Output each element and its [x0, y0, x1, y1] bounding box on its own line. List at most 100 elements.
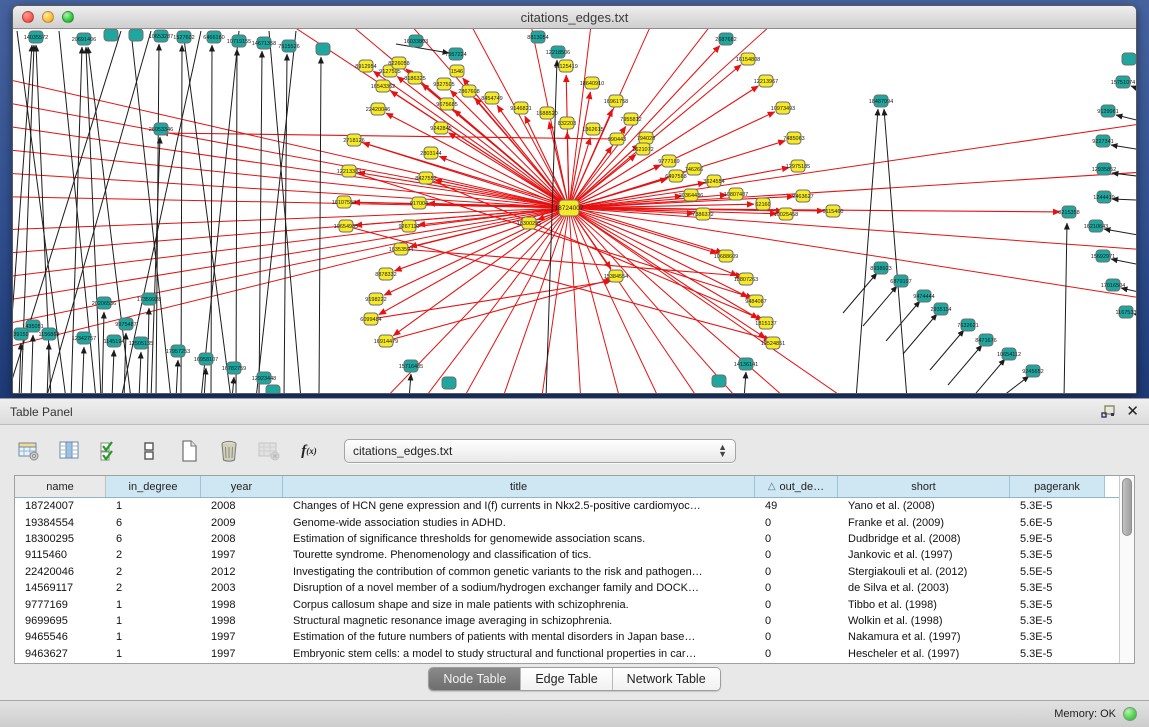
- tab-node-table[interactable]: Node Table: [429, 668, 521, 690]
- table-cell[interactable]: Dudbridge et al. (2008): [838, 533, 1010, 545]
- table-cell[interactable]: 0: [755, 549, 838, 561]
- graph-node[interactable]: 18807263: [734, 273, 758, 285]
- function-builder-icon[interactable]: f(x): [296, 439, 322, 463]
- graph-node[interactable]: 18487094: [869, 95, 893, 107]
- table-cell[interactable]: Estimation of the future numbers of pati…: [283, 631, 755, 643]
- graph-node[interactable]: [104, 29, 118, 41]
- graph-node[interactable]: 16961758: [604, 95, 628, 107]
- table-cell[interactable]: Hescheler et al. (1997): [838, 648, 1010, 660]
- zoom-window-icon[interactable]: [62, 11, 74, 23]
- graph-node[interactable]: 17359928: [137, 293, 161, 305]
- graph-node[interactable]: 6466160: [203, 31, 224, 43]
- table-cell[interactable]: 1: [106, 631, 201, 643]
- graph-node[interactable]: [316, 43, 330, 55]
- graph-node[interactable]: 15692971: [1091, 250, 1115, 262]
- table-row[interactable]: 1938455462009Genome-wide association stu…: [15, 514, 1119, 530]
- table-row[interactable]: 911546021997Tourette syndrome. Phenomeno…: [15, 547, 1119, 563]
- table-cell[interactable]: 9463627: [15, 648, 106, 660]
- column-header-title[interactable]: title: [283, 476, 755, 497]
- graph-node[interactable]: [442, 377, 456, 389]
- scrollbar-thumb[interactable]: [1122, 478, 1132, 536]
- graph-node[interactable]: 6879197: [890, 275, 911, 287]
- table-cell[interactable]: Structural magnetic resonance image aver…: [283, 615, 755, 627]
- table-cell[interactable]: Tourette syndrome. Phenomenology and cla…: [283, 549, 755, 561]
- table-row[interactable]: 969969511998Structural magnetic resonanc…: [15, 613, 1119, 629]
- table-cell[interactable]: Jankovic et al. (1997): [838, 549, 1010, 561]
- close-window-icon[interactable]: [22, 11, 34, 23]
- table-cell[interactable]: 1: [106, 500, 201, 512]
- graph-node[interactable]: 15716485: [399, 360, 423, 372]
- table-cell[interactable]: 5.3E-5: [1010, 500, 1105, 512]
- table-cell[interactable]: 5.3E-5: [1010, 582, 1105, 594]
- table-row[interactable]: 946362711997Embryonic stem cells: a mode…: [15, 646, 1119, 662]
- table-cell[interactable]: 19384554: [15, 517, 106, 529]
- table-cell[interactable]: Disruption of a novel member of a sodium…: [283, 582, 755, 594]
- graph-node[interactable]: 14136141: [734, 358, 758, 370]
- graph-node[interactable]: 10654112: [997, 348, 1021, 360]
- table-cell[interactable]: 2: [106, 582, 201, 594]
- table-cell[interactable]: 2008: [201, 533, 283, 545]
- table-cell[interactable]: 0: [755, 615, 838, 627]
- network-graph[interactable]: 1403557220691406106532871527602646616010…: [13, 29, 1136, 394]
- table-cell[interactable]: Changes of HCN gene expression and I(f) …: [283, 500, 755, 512]
- table-cell[interactable]: 0: [755, 648, 838, 660]
- table-row[interactable]: 977716911998Corpus callosum shape and si…: [15, 596, 1119, 612]
- select-columns-icon[interactable]: [96, 439, 122, 463]
- graph-node[interactable]: 14035572: [24, 31, 48, 43]
- table-cell[interactable]: 1997: [201, 631, 283, 643]
- graph-node[interactable]: 16958107: [194, 353, 218, 365]
- graph-node[interactable]: 2803144: [420, 147, 441, 159]
- table-cell[interactable]: Estimation of significance thresholds fo…: [283, 533, 755, 545]
- tab-network-table[interactable]: Network Table: [613, 668, 720, 690]
- table-cell[interactable]: de Silva et al. (2003): [838, 582, 1010, 594]
- graph-node[interactable]: 11125419: [554, 60, 578, 72]
- column-header-out_de[interactable]: △out_de…: [755, 476, 838, 497]
- graph-node[interactable]: 17957253: [166, 345, 190, 357]
- table-mode-icon[interactable]: [16, 439, 42, 463]
- delete-column-icon[interactable]: [216, 439, 242, 463]
- table-cell[interactable]: 5.9E-5: [1010, 533, 1105, 545]
- graph-node[interactable]: 8912954: [355, 60, 376, 72]
- graph-node[interactable]: 9474444: [913, 290, 934, 302]
- table-cell[interactable]: 2009: [201, 517, 283, 529]
- graph-node[interactable]: 9129961: [1097, 105, 1118, 117]
- table-cell[interactable]: 6: [106, 533, 201, 545]
- graph-node[interactable]: 8186325: [404, 72, 425, 84]
- table-row[interactable]: 2242004622012Investigating the contribut…: [15, 564, 1119, 580]
- table-cell[interactable]: 5.3E-5: [1010, 648, 1105, 660]
- graph-node[interactable]: 7632621: [957, 319, 978, 331]
- graph-node[interactable]: 8215358: [1058, 206, 1079, 218]
- table-cell[interactable]: 2008: [201, 500, 283, 512]
- table-cell[interactable]: 14569117: [15, 582, 106, 594]
- table-row[interactable]: 946554611997Estimation of the future num…: [15, 629, 1119, 645]
- close-panel-icon[interactable]: ✕: [1126, 404, 1139, 419]
- graph-node[interactable]: 16033803: [404, 35, 428, 47]
- column-header-name[interactable]: name: [15, 476, 106, 497]
- table-cell[interactable]: 2003: [201, 582, 283, 594]
- graph-node[interactable]: 7557224: [445, 48, 466, 60]
- graph-node[interactable]: 6099484: [360, 313, 381, 325]
- graph-node[interactable]: 1244419: [1093, 191, 1114, 203]
- table-cell[interactable]: Investigating the contribution of common…: [283, 566, 755, 578]
- graph-node[interactable]: 1588520: [536, 107, 557, 119]
- table-cell[interactable]: Genome-wide association studies in ADHD.: [283, 517, 755, 529]
- graph-node[interactable]: 794028: [637, 132, 655, 144]
- table-row[interactable]: 1872400712008Changes of HCN gene express…: [15, 498, 1119, 514]
- table-cell[interactable]: 1997: [201, 648, 283, 660]
- column-header-in_degree[interactable]: in_degree: [106, 476, 201, 497]
- table-cell[interactable]: Franke et al. (2009): [838, 517, 1010, 529]
- graph-node[interactable]: 20206536: [92, 297, 116, 309]
- graph-node[interactable]: 20691406: [72, 33, 96, 45]
- table-cell[interactable]: 1998: [201, 615, 283, 627]
- graph-node[interactable]: 1815137: [755, 317, 776, 329]
- graph-node[interactable]: 16107553: [332, 196, 356, 208]
- graph-node[interactable]: 1167533: [1115, 306, 1136, 318]
- new-column-icon[interactable]: [176, 439, 202, 463]
- graph-node[interactable]: 17016504: [1101, 279, 1125, 291]
- table-cell[interactable]: 9777169: [15, 599, 106, 611]
- graph-node[interactable]: 1546: [450, 65, 464, 77]
- memory-ok-icon[interactable]: [1123, 707, 1137, 721]
- graph-node[interactable]: 12218506: [546, 46, 570, 58]
- table-cell[interactable]: 1: [106, 648, 201, 660]
- table-cell[interactable]: 0: [755, 533, 838, 545]
